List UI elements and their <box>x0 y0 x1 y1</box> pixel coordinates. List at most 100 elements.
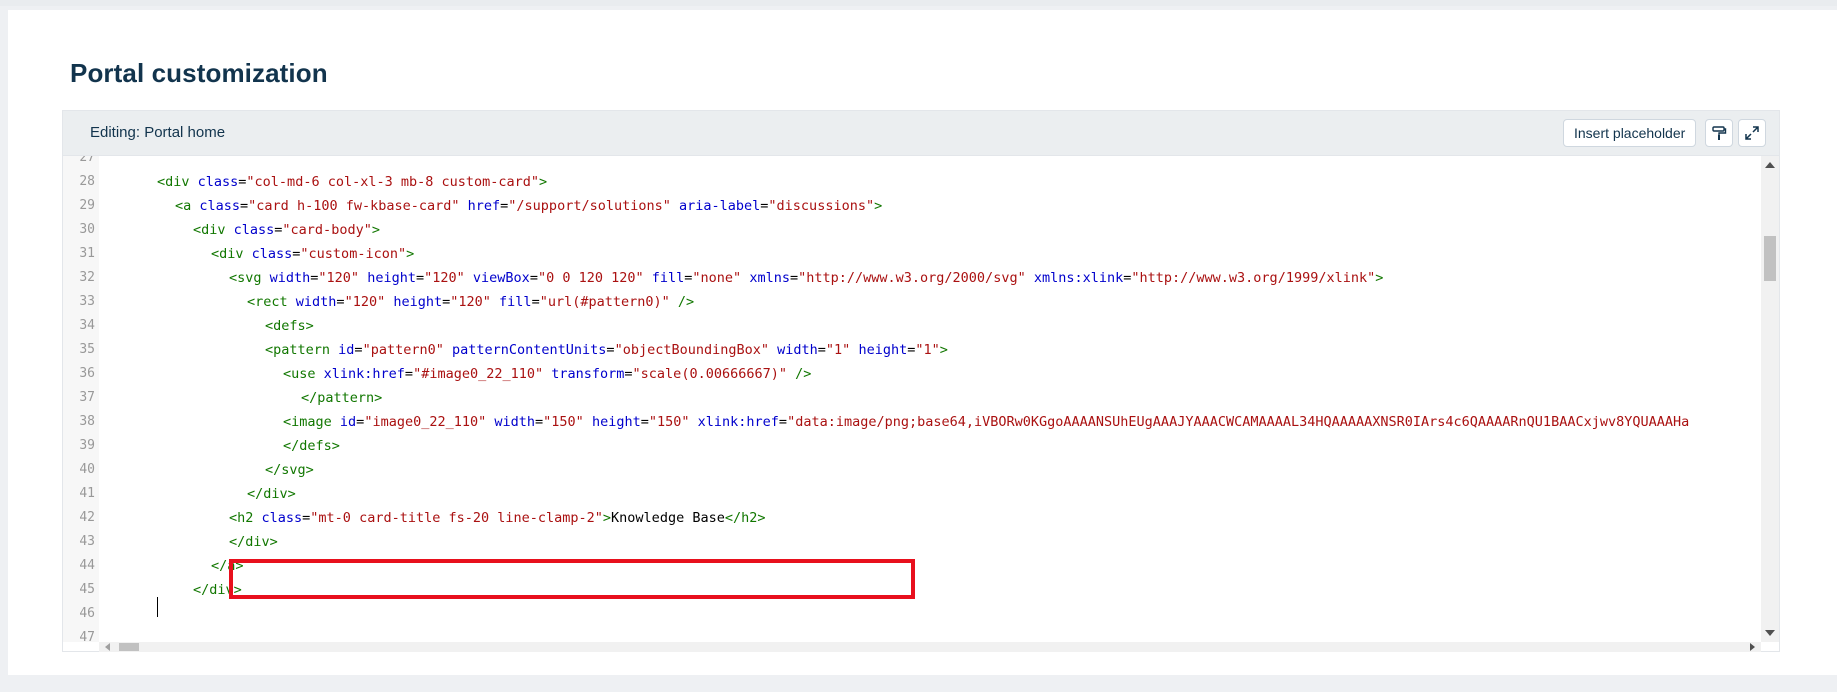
code-token: > <box>539 174 548 190</box>
code-token: "1" <box>915 342 940 358</box>
vertical-scroll-thumb[interactable] <box>1764 236 1776 281</box>
code-token: height <box>591 414 641 430</box>
paint-roller-icon <box>1712 126 1727 140</box>
code-token: id <box>338 342 355 358</box>
code-token: </defs> <box>283 438 340 454</box>
scroll-left-arrow-icon[interactable] <box>105 643 110 651</box>
code-token: class <box>233 222 275 238</box>
code-token: = <box>240 198 249 214</box>
code-line: <div class="card-body"> <box>193 218 380 242</box>
page-title: Portal customization <box>70 58 328 88</box>
code-line: <defs> <box>265 314 314 338</box>
code-token: </div> <box>193 582 242 598</box>
expand-button[interactable] <box>1738 119 1766 147</box>
line-number: 29 <box>79 198 95 213</box>
code-token: <use <box>283 366 324 382</box>
code-token: = <box>404 366 414 382</box>
code-token: width <box>494 414 536 430</box>
vertical-scrollbar[interactable] <box>1761 156 1779 642</box>
editing-label: Editing: Portal home <box>90 124 226 141</box>
scroll-down-arrow-icon[interactable] <box>1765 630 1775 636</box>
editor-toolbar: Editing: Portal home Insert placeholder <box>63 111 1779 156</box>
code-token: = <box>531 294 540 310</box>
code-token: /> <box>795 366 812 382</box>
code-token: width <box>269 270 311 286</box>
code-token: "discussions" <box>768 198 875 214</box>
code-token: "image0_22_110" <box>364 414 487 430</box>
code-token: = <box>624 366 633 382</box>
code-line: </div> <box>193 578 242 602</box>
line-number: 27 <box>79 156 95 165</box>
line-number: 42 <box>79 510 95 525</box>
code-token: class <box>199 198 241 214</box>
line-number: 43 <box>79 534 95 549</box>
code-line: <pattern id="pattern0" patternContentUni… <box>265 338 948 362</box>
code-token: "col-md-6 col-xl-3 mb-8 custom-card" <box>246 174 540 190</box>
line-number: 45 <box>79 582 95 597</box>
code-line: <svg width="120" height="120" viewBox="0… <box>229 266 1383 290</box>
code-token: "120" <box>424 270 465 286</box>
code-line: </div> <box>229 530 278 554</box>
horizontal-scrollbar[interactable] <box>99 642 1761 652</box>
code-token: "150" <box>648 414 690 430</box>
line-number: 41 <box>79 486 95 501</box>
line-number: 44 <box>79 558 95 573</box>
code-token: "#image0_22_110" <box>413 366 544 382</box>
horizontal-scroll-thumb[interactable] <box>119 643 139 651</box>
code-token: patternContentUnits <box>451 342 607 358</box>
code-line: </a> <box>211 554 244 578</box>
text-cursor <box>157 597 158 617</box>
code-token: "1" <box>825 342 851 358</box>
scroll-right-arrow-icon[interactable] <box>1750 643 1755 651</box>
code-token: height <box>393 294 443 310</box>
line-number: 40 <box>79 462 95 477</box>
code-token: <div <box>157 174 198 190</box>
code-token: <image <box>283 414 340 430</box>
code-token: "/support/solutions" <box>508 198 671 214</box>
code-token: height <box>858 342 908 358</box>
top-strip <box>0 0 1837 6</box>
code-line: <div class="custom-icon"> <box>211 242 414 266</box>
line-number-gutter: 27 28 29 30 31 32 33 34 35 36 37 38 39 40 41 42 43 44 45 46… <box>63 156 99 642</box>
line-number: 28 <box>79 174 95 189</box>
code-token: "mt-0 card-title fs-20 line-clamp-2" <box>310 510 603 526</box>
code-line: </div> <box>247 482 296 506</box>
code-token: <defs> <box>265 318 314 334</box>
code-token: <svg <box>229 270 270 286</box>
line-number: 37 <box>79 390 95 405</box>
code-token: "custom-icon" <box>300 246 407 262</box>
code-token: "card-body" <box>282 222 372 238</box>
code-token: "120" <box>450 294 491 310</box>
line-number: 33 <box>79 294 95 309</box>
code-token: viewBox <box>472 270 530 286</box>
scroll-up-arrow-icon[interactable] <box>1765 162 1775 168</box>
code-token: /> <box>677 294 695 310</box>
code-token: <rect <box>247 294 296 310</box>
code-token: "objectBoundingBox" <box>614 342 769 358</box>
code-token: "data:image/png;base64,iVBORw0KGgoAAAANS… <box>787 414 1690 430</box>
code-area[interactable]: </div> </a> </div> <h2 class="mt-0 card-tit… <box>99 156 1761 642</box>
insert-placeholder-button[interactable]: Insert placeholder <box>1563 119 1697 147</box>
code-token: href <box>467 198 501 214</box>
code-token: = <box>640 414 649 430</box>
code-token: class <box>261 510 303 526</box>
line-number: 38 <box>79 414 95 429</box>
code-token: > <box>939 342 948 358</box>
code-token: > <box>371 222 380 238</box>
code-token: fill <box>651 270 685 286</box>
code-token: xmlns <box>749 270 790 286</box>
format-painter-button[interactable] <box>1705 119 1733 147</box>
code-token: = <box>354 342 363 358</box>
code-line: <image id="image0_22_110" width="150" he… <box>283 410 1689 434</box>
code-token: "0 0 120 120" <box>537 270 644 286</box>
